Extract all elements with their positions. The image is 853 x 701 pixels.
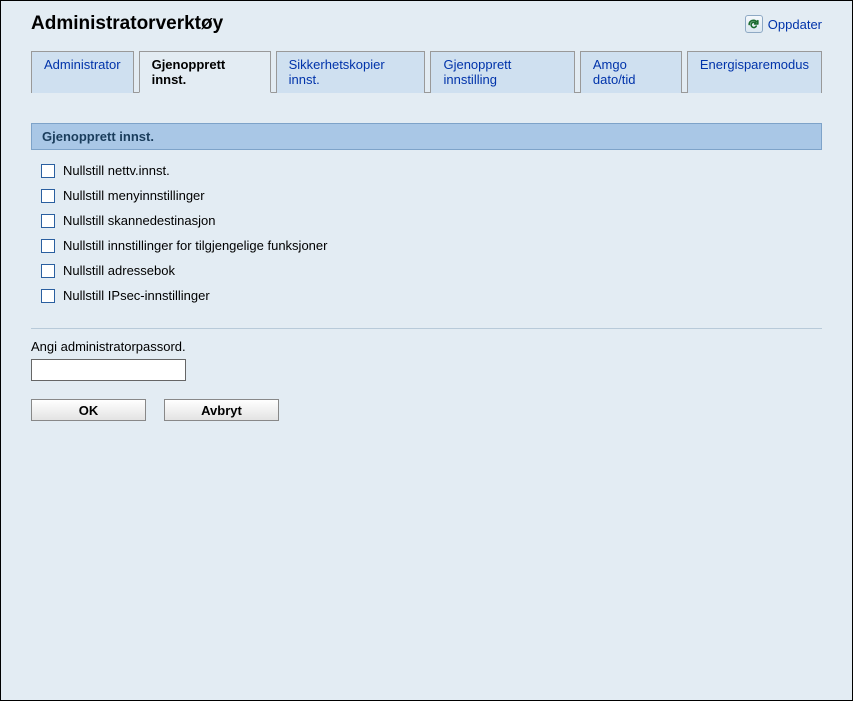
checkbox-label[interactable]: Nullstill nettv.innst. bbox=[63, 163, 170, 178]
checkbox-item-meny: Nullstill menyinnstillinger bbox=[41, 183, 812, 208]
section-header: Gjenopprett innst. bbox=[31, 123, 822, 150]
separator bbox=[31, 328, 822, 329]
tab-gjenopprett-innstilling[interactable]: Gjenopprett innstilling bbox=[430, 51, 574, 93]
checkbox-label[interactable]: Nullstill skannedestinasjon bbox=[63, 213, 215, 228]
cancel-button[interactable]: Avbryt bbox=[164, 399, 279, 421]
checkbox-adressebok[interactable] bbox=[41, 264, 55, 278]
password-prompt: Angi administratorpassord. bbox=[31, 339, 822, 354]
checkbox-label[interactable]: Nullstill innstillinger for tilgjengelig… bbox=[63, 238, 327, 253]
admin-password-input[interactable] bbox=[31, 359, 186, 381]
tab-gjenopprett-innst[interactable]: Gjenopprett innst. bbox=[139, 51, 271, 93]
ok-button[interactable]: OK bbox=[31, 399, 146, 421]
button-row: OK Avbryt bbox=[31, 399, 822, 421]
tab-sikkerhetskopier-innst[interactable]: Sikkerhetskopier innst. bbox=[276, 51, 426, 93]
refresh-icon bbox=[745, 15, 763, 33]
checkbox-item-ipsec: Nullstill IPsec-innstillinger bbox=[41, 283, 812, 308]
checkbox-skanne[interactable] bbox=[41, 214, 55, 228]
tab-administrator[interactable]: Administrator bbox=[31, 51, 134, 93]
checkbox-item-adressebok: Nullstill adressebok bbox=[41, 258, 812, 283]
checkbox-nettv[interactable] bbox=[41, 164, 55, 178]
checkbox-ipsec[interactable] bbox=[41, 289, 55, 303]
header-row: Administratorverktøy Oppdater bbox=[31, 13, 822, 35]
main-frame: Administratorverktøy Oppdater Administra… bbox=[0, 0, 853, 701]
tabs-row: Administrator Gjenopprett innst. Sikkerh… bbox=[31, 50, 822, 93]
checkbox-item-nettv: Nullstill nettv.innst. bbox=[41, 158, 812, 183]
page-title: Administratorverktøy bbox=[31, 13, 223, 35]
checkbox-tilgjengelige[interactable] bbox=[41, 239, 55, 253]
refresh-button[interactable]: Oppdater bbox=[745, 15, 822, 33]
checkbox-item-skanne: Nullstill skannedestinasjon bbox=[41, 208, 812, 233]
tab-energisparemodus[interactable]: Energisparemodus bbox=[687, 51, 822, 93]
refresh-label: Oppdater bbox=[768, 17, 822, 32]
checkbox-label[interactable]: Nullstill adressebok bbox=[63, 263, 175, 278]
checkbox-item-tilgjengelige: Nullstill innstillinger for tilgjengelig… bbox=[41, 233, 812, 258]
checkbox-list: Nullstill nettv.innst. Nullstill menyinn… bbox=[31, 158, 822, 308]
password-section: Angi administratorpassord. bbox=[31, 339, 822, 381]
tab-amgo-dato-tid[interactable]: Amgo dato/tid bbox=[580, 51, 682, 93]
checkbox-label[interactable]: Nullstill IPsec-innstillinger bbox=[63, 288, 210, 303]
checkbox-meny[interactable] bbox=[41, 189, 55, 203]
checkbox-label[interactable]: Nullstill menyinnstillinger bbox=[63, 188, 205, 203]
